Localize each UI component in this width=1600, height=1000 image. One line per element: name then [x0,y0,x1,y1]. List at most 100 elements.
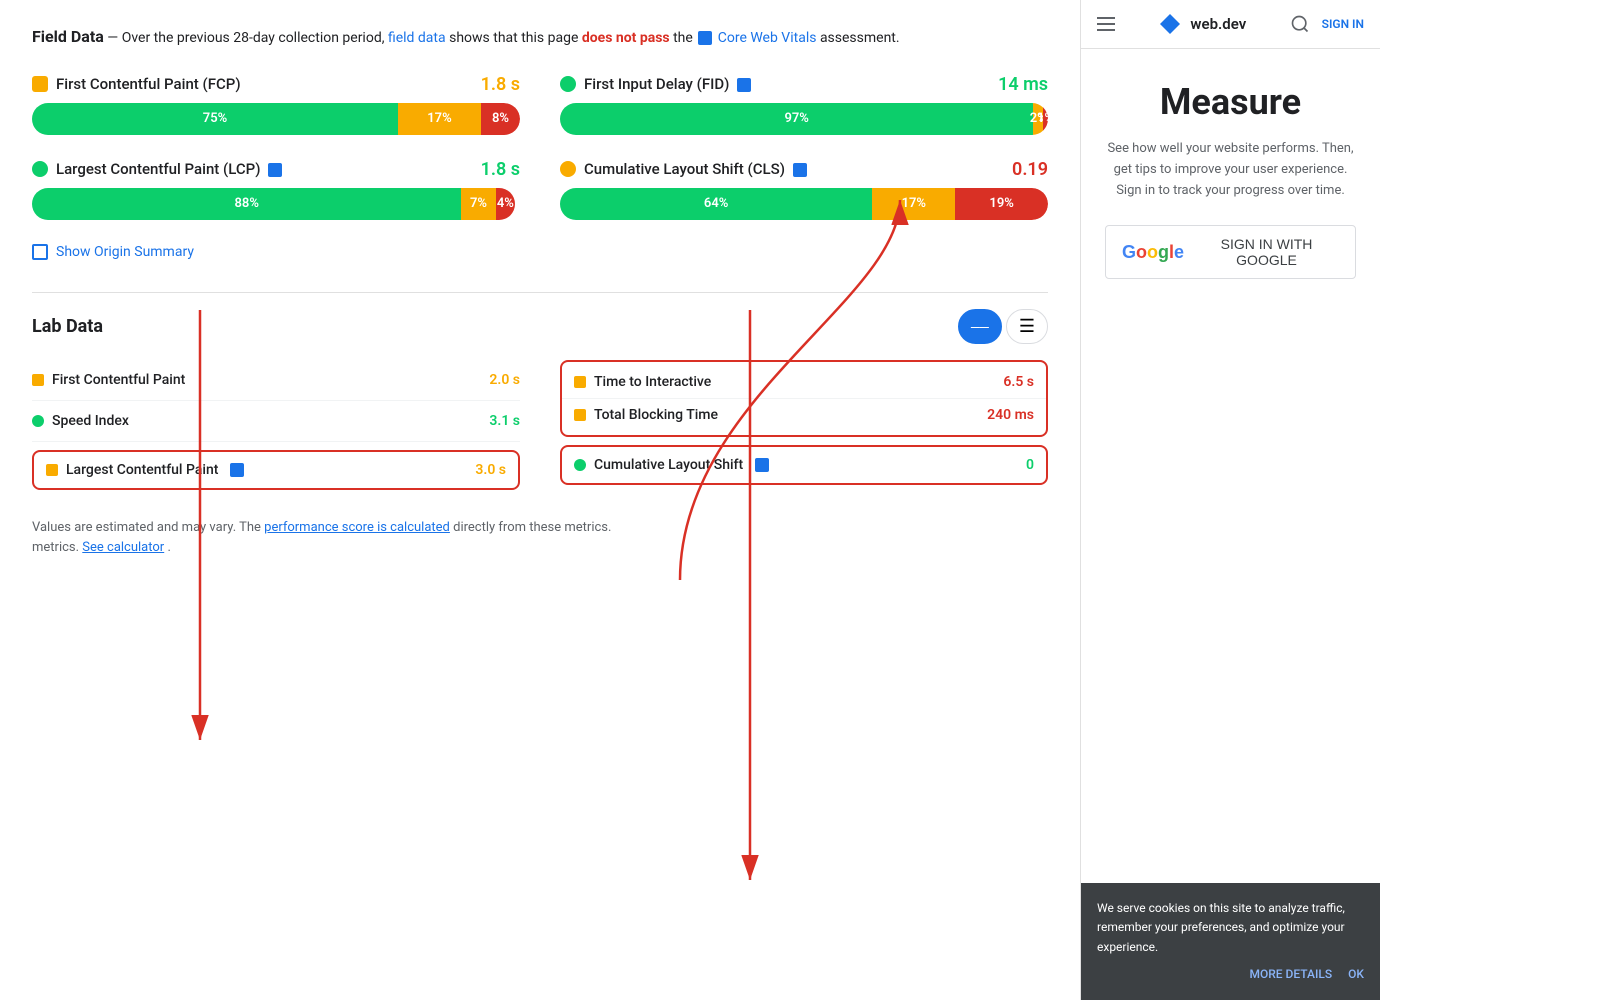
google-signin-btn[interactable]: Google SIGN IN WITH GOOGLE [1105,225,1356,279]
lab-si-value: 3.1 s [489,413,520,429]
origin-summary-checkbox[interactable] [32,244,48,260]
lcp-value: 1.8 s [481,159,520,180]
sidebar: web.dev SIGN IN Measure See how well you… [1080,0,1380,1000]
cls-icon [560,161,576,177]
lcp-bar-green: 88% [32,188,461,220]
header-desc4: assessment. [820,30,900,46]
cls-bar-orange: 17% [872,188,955,220]
fcp-bar-orange: 17% [398,103,481,135]
lab-si-row: Speed Index 3.1 s [32,401,520,442]
sidebar-actions: SIGN IN [1290,14,1364,34]
metric-lcp: Largest Contentful Paint (LCP) 1.8 s 88%… [32,159,520,220]
fcp-icon [32,76,48,92]
lab-data-section: Lab Data ⎯⎯ ☰ First Contentful Paint 2.0 [32,309,1048,494]
lab-cls-icon [574,459,586,471]
origin-summary-link[interactable]: Show Origin Summary [56,244,194,260]
lab-lcp-value: 3.0 s [475,462,506,478]
cls-bar-green: 64% [560,188,872,220]
sidebar-topbar: web.dev SIGN IN [1081,0,1380,49]
lab-fcp-name: First Contentful Paint [32,372,489,388]
lab-tti-tbt-group: Time to Interactive 6.5 s Total Blocking… [560,360,1048,437]
toggle-bar-btn[interactable]: ⎯⎯ [958,309,1002,344]
search-icon[interactable] [1290,14,1310,34]
calculator-link[interactable]: See calculator [82,540,164,555]
cls-bar-red: 19% [955,188,1048,220]
google-signin-label: SIGN IN WITH GOOGLE [1194,236,1339,268]
fcp-bar-green: 75% [32,103,398,135]
lab-si-icon [32,415,44,427]
field-data-link[interactable]: field data [388,30,446,46]
cookie-more-link[interactable]: MORE DETAILS [1249,965,1332,984]
fcp-bar-red: 8% [481,103,520,135]
fid-bar-red: 1% [1043,103,1048,135]
lab-tbt-row: Total Blocking Time 240 ms [562,399,1046,435]
header-desc1: — Over the previous 28-day collection pe… [107,30,388,46]
toggle-list-btn[interactable]: ☰ [1006,309,1048,344]
lab-lcp-name: Largest Contentful Paint [46,462,475,478]
cookie-actions: MORE DETAILS OK [1097,965,1364,984]
fid-value: 14 ms [998,74,1048,95]
fcp-bar: 75% 17% 8% [32,103,520,135]
sidebar-brand: web.dev [1158,12,1246,36]
cls-cwv-badge [793,163,807,177]
lab-lcp-cwv-badge [230,463,244,477]
lab-data-header: Lab Data ⎯⎯ ☰ [32,309,1048,344]
lab-lcp-row: Largest Contentful Paint 3.0 s [32,450,520,490]
metric-fcp: First Contentful Paint (FCP) 1.8 s 75% 1… [32,74,520,135]
header-desc2: shows that this page [449,30,582,46]
origin-summary-row[interactable]: Show Origin Summary [32,244,1048,260]
perf-score-link[interactable]: performance score is calculated [264,520,450,535]
section-divider [32,292,1048,293]
sidebar-body: Measure See how well your website perfor… [1081,49,1380,311]
field-metrics-grid: First Contentful Paint (FCP) 1.8 s 75% 1… [32,74,1048,220]
hamburger-menu[interactable] [1097,17,1115,31]
metric-fid: First Input Delay (FID) 14 ms 97% 2% 1% [560,74,1048,135]
lab-right-column: Time to Interactive 6.5 s Total Blocking… [560,360,1048,494]
fid-icon [560,76,576,92]
fid-bar-green: 97% [560,103,1033,135]
lab-tti-value: 6.5 s [1003,374,1034,390]
cls-value: 0.19 [1012,159,1048,180]
lab-data-title: Lab Data [32,316,103,337]
lab-tbt-icon [574,409,586,421]
lab-tbt-name: Total Blocking Time [574,407,987,423]
fid-cwv-badge [737,78,751,92]
cwv-link[interactable]: Core Web Vitals [718,30,817,46]
header-desc3: the [673,30,696,46]
brand-name: web.dev [1190,15,1246,33]
lcp-icon [32,161,48,177]
lab-tti-icon [574,376,586,388]
footer-metrics-text: metrics. [32,540,82,555]
cookie-ok-btn[interactable]: OK [1348,965,1364,984]
lcp-cwv-badge [268,163,282,177]
lcp-bar: 88% 7% 4% [32,188,520,220]
fid-name: First Input Delay (FID) [584,75,998,93]
does-not-pass: does not pass [582,30,670,46]
field-data-header: Field Data — Over the previous 28-day co… [32,24,1048,50]
measure-desc: See how well your website performs. Then… [1105,139,1356,201]
lcp-bar-red: 4% [496,188,516,220]
google-logo: Google [1122,242,1184,263]
cwv-icon [698,31,712,45]
lab-cls-value: 0 [1026,457,1034,473]
lab-tti-row: Time to Interactive 6.5 s [562,362,1046,399]
sign-in-btn[interactable]: SIGN IN [1322,17,1364,31]
fcp-name: First Contentful Paint (FCP) [56,75,481,93]
cookie-banner: We serve cookies on this site to analyze… [1081,883,1380,1000]
view-toggle: ⎯⎯ ☰ [958,309,1048,344]
cookie-text: We serve cookies on this site to analyze… [1097,899,1364,957]
cls-name: Cumulative Layout Shift (CLS) [584,160,1012,178]
webdev-logo [1158,12,1182,36]
lcp-bar-orange: 7% [461,188,495,220]
lab-si-name: Speed Index [32,413,489,429]
footer-text1: Values are estimated and may vary. The [32,520,264,535]
lab-fcp-value: 2.0 s [489,372,520,388]
lab-cls-name: Cumulative Layout Shift [574,457,1026,473]
field-data-label: Field Data [32,27,104,46]
metric-cls: Cumulative Layout Shift (CLS) 0.19 64% 1… [560,159,1048,220]
lab-cls-row: Cumulative Layout Shift 0 [560,445,1048,485]
lab-tti-name: Time to Interactive [574,374,1003,390]
footer-period: . [167,540,170,555]
footer-note: Values are estimated and may vary. The p… [32,518,1048,560]
lab-cls-cwv-badge [755,458,769,472]
